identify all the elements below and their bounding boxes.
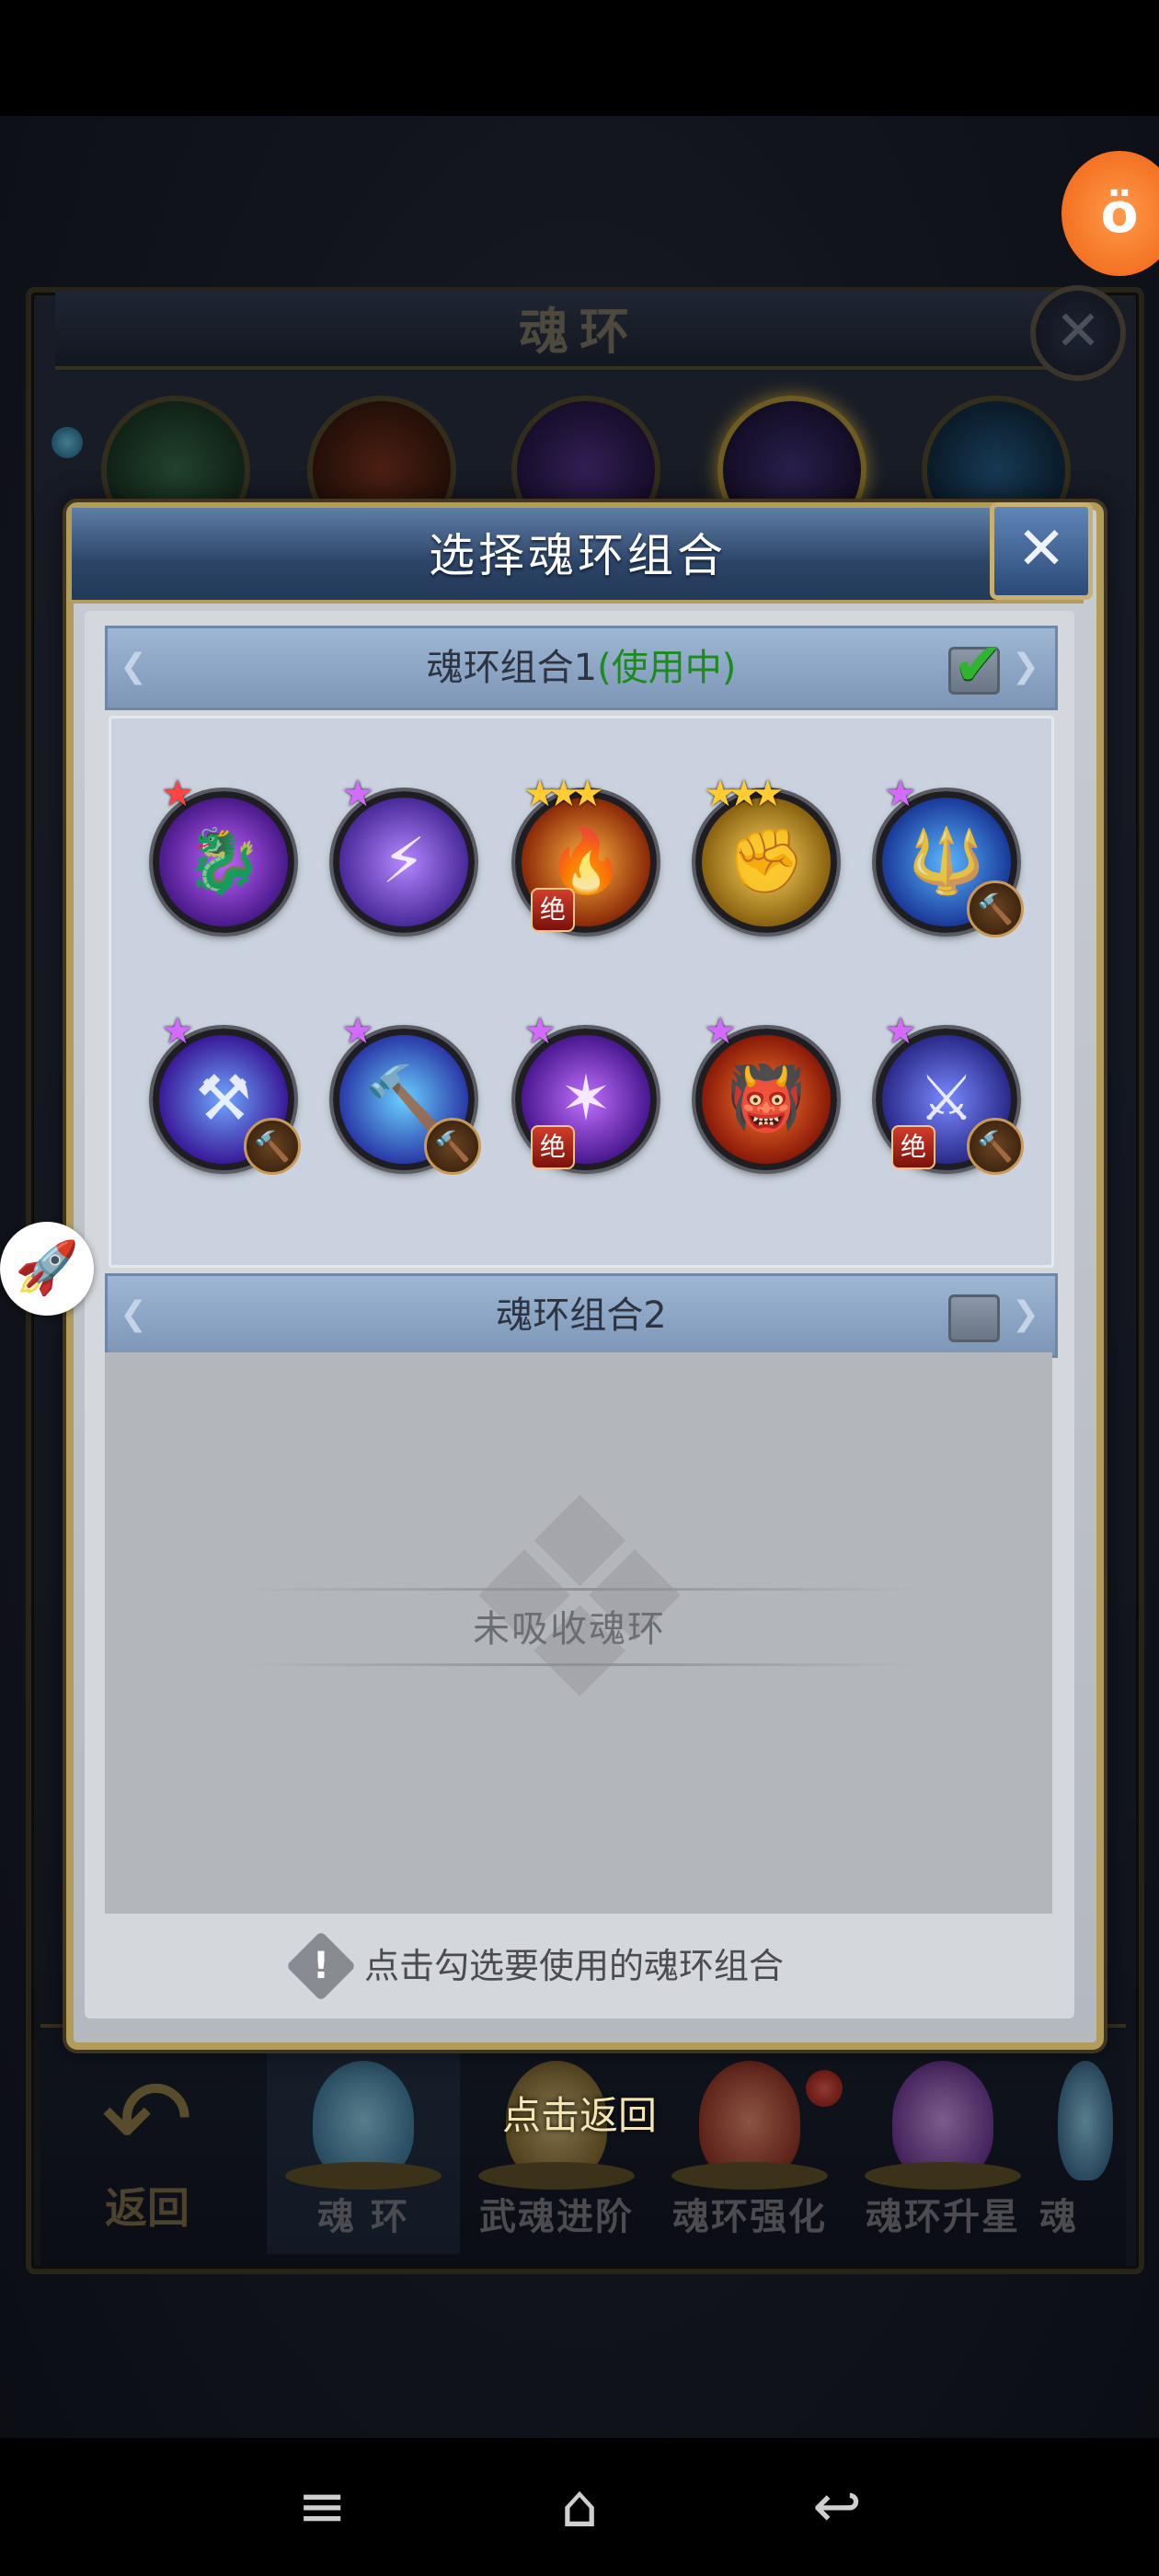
lightning-icon: ⚡ xyxy=(382,825,426,898)
home-icon[interactable]: ⌂ xyxy=(534,2466,625,2548)
divider xyxy=(239,1663,920,1666)
jue-badge: 绝 xyxy=(531,1125,575,1169)
soul-ring-6[interactable]: ⚒ ★ 🔨 xyxy=(153,1011,301,1175)
combo1-label: 魂环组合1(使用中) xyxy=(108,628,1055,707)
star-rating-icon: ★ xyxy=(341,773,374,815)
soul-ring-1[interactable]: 🐉 ★ xyxy=(153,774,294,933)
soul-ring-4[interactable]: ✊ ★★★ xyxy=(695,774,837,933)
rocket-icon: 🚀 xyxy=(15,1238,79,1298)
hammer-badge-icon: 🔨 xyxy=(424,1118,481,1175)
empty-state-text: 未吸收魂环 xyxy=(473,1608,666,1650)
golden-fist-icon: ✊ xyxy=(727,825,806,898)
status-bar xyxy=(0,0,1159,116)
dialog-title: 选择魂环组合 xyxy=(429,529,727,582)
star-rating-icon: ★★★ xyxy=(704,773,785,815)
star-rating-icon: ★ xyxy=(523,1010,557,1052)
soul-ring-10[interactable]: ⚔ ★ 绝 🔨 xyxy=(876,1011,1024,1175)
hammer-badge-icon: 🔨 xyxy=(967,1118,1024,1175)
soul-ring-5[interactable]: 🔱 ★ 🔨 xyxy=(876,774,1024,937)
combo2-checkbox[interactable] xyxy=(948,1294,1000,1342)
jue-badge: 绝 xyxy=(891,1125,935,1169)
combo1-status: (使用中) xyxy=(597,647,737,689)
divider xyxy=(239,1588,920,1591)
back-icon[interactable]: ↩ xyxy=(791,2466,883,2548)
soul-ring-7[interactable]: 🔨 ★ 🔨 xyxy=(333,1011,481,1175)
jue-badge: 绝 xyxy=(531,888,575,932)
star-rating-icon: ★ xyxy=(884,1010,917,1052)
combo1-checkbox[interactable]: ✔ xyxy=(948,633,1003,697)
soul-ring-2[interactable]: ⚡ ★ xyxy=(333,774,475,933)
tap-to-return-hint[interactable]: 点击返回 xyxy=(442,2087,717,2145)
combo1-name: 魂环组合1 xyxy=(426,647,598,689)
right-arrow-decoration: ❯ xyxy=(1011,648,1040,685)
star-rating-icon: ★ xyxy=(341,1010,374,1052)
exclamation-icon: ! xyxy=(312,1945,330,1987)
hint-text: 点击勾选要使用的魂环组合 xyxy=(364,1946,785,1986)
combo2-label: 魂环组合2 xyxy=(496,1294,667,1337)
soul-ring-3[interactable]: 🔥 ★★★ 绝 xyxy=(515,774,657,933)
soul-ring-9[interactable]: 👹 ★ xyxy=(695,1011,837,1170)
hammer-badge-icon: 🔨 xyxy=(967,880,1024,937)
star-rating-icon: ★ xyxy=(704,1010,737,1052)
checkmark-icon: ✔ xyxy=(953,631,1003,699)
flame-warrior-icon: 👹 xyxy=(727,1063,806,1135)
menu-icon[interactable]: ≡ xyxy=(276,2466,368,2548)
combo2-header[interactable]: ❮ 魂环组合2 ❯ xyxy=(105,1273,1058,1358)
dialog-close-button[interactable]: ✕ xyxy=(990,502,1093,600)
star-rating-icon: ★ xyxy=(884,773,917,815)
star-rating-icon: ★ xyxy=(161,773,194,815)
right-arrow-decoration: ❯ xyxy=(1011,1295,1040,1333)
star-rating-icon: ★ xyxy=(161,1010,194,1052)
dragon-icon: 🐉 xyxy=(184,825,263,898)
star-rating-icon: ★★★ xyxy=(523,773,604,815)
hammer-badge-icon: 🔨 xyxy=(244,1118,301,1175)
combo1-header[interactable]: ❮ 魂环组合1(使用中) ✔ ❯ xyxy=(105,626,1058,710)
soul-ring-8[interactable]: ✶ ★ 绝 xyxy=(515,1011,657,1170)
